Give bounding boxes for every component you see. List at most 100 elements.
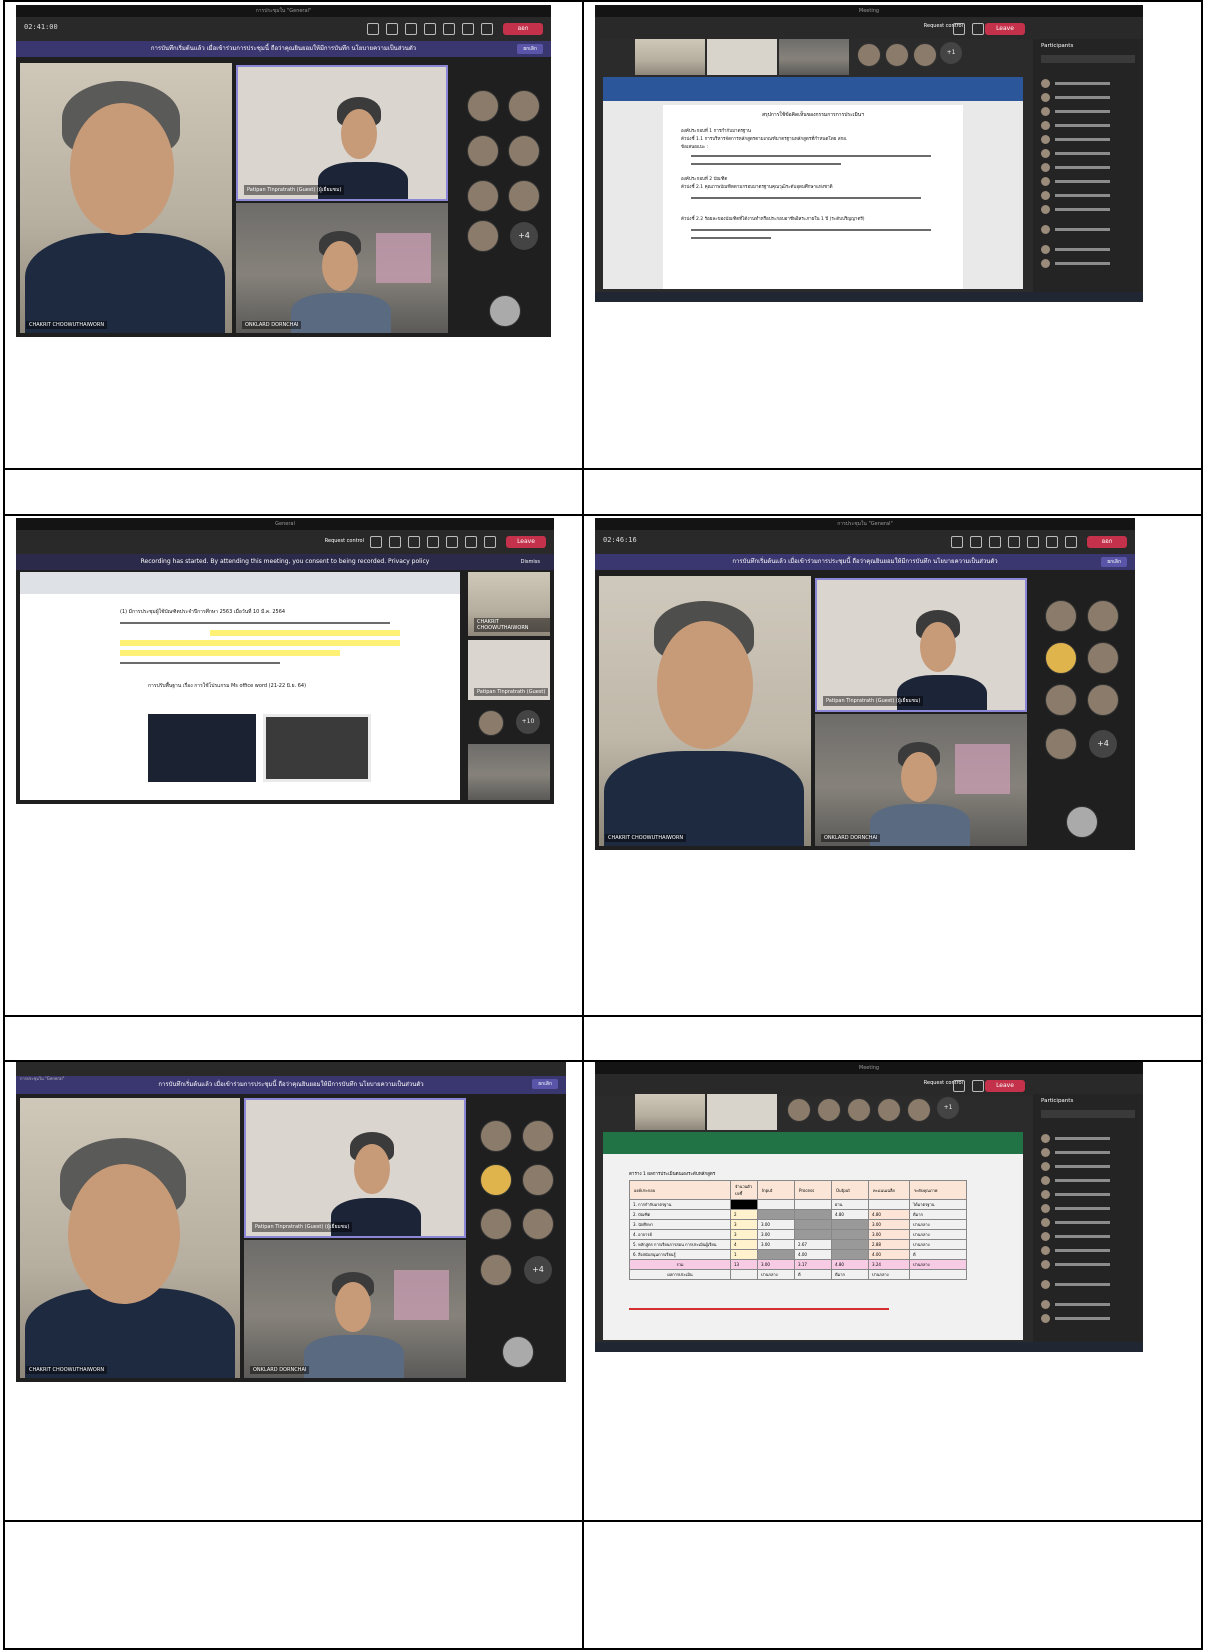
attendee-avatar[interactable] [478, 710, 504, 736]
attendee-avatar[interactable] [522, 1208, 554, 1240]
participant-row[interactable] [1041, 1246, 1135, 1255]
attendee-avatar[interactable] [1087, 642, 1119, 674]
participant-row[interactable] [1041, 1314, 1135, 1323]
more-attendees-button[interactable]: +4 [1089, 730, 1117, 758]
chat-icon[interactable] [970, 536, 982, 548]
attendee-avatar[interactable] [467, 180, 499, 212]
dismiss-button[interactable]: ยกเลิก [1101, 557, 1127, 567]
mic-icon[interactable] [462, 23, 474, 35]
participant-row[interactable] [1041, 149, 1135, 158]
attendee-avatar[interactable] [817, 1098, 841, 1122]
participant-row[interactable] [1041, 107, 1135, 116]
participant-row[interactable] [1041, 1260, 1135, 1269]
attendee-avatar[interactable] [913, 43, 937, 67]
participant-row[interactable] [1041, 1148, 1135, 1157]
people-icon[interactable] [951, 536, 963, 548]
more-attendees-button[interactable]: +4 [524, 1256, 552, 1284]
attendee-avatar[interactable] [877, 1098, 901, 1122]
participant-row[interactable] [1041, 1162, 1135, 1171]
people-icon[interactable] [953, 23, 965, 35]
chat-icon[interactable] [389, 536, 401, 548]
participant-row[interactable] [1041, 1134, 1135, 1143]
reactions-icon[interactable] [989, 536, 1001, 548]
more-attendees-button[interactable]: +1 [940, 42, 962, 64]
participant-row[interactable] [1041, 245, 1135, 254]
attendee-avatar[interactable] [480, 1120, 512, 1152]
chat-icon[interactable] [386, 23, 398, 35]
attendee-avatar[interactable] [480, 1254, 512, 1286]
dismiss-button[interactable]: ยกเลิก [517, 44, 543, 54]
attendee-avatar[interactable] [522, 1120, 554, 1152]
camera-icon[interactable] [443, 23, 455, 35]
dismiss-button[interactable]: ยกเลิก [532, 1079, 558, 1089]
chat-icon[interactable] [972, 1080, 984, 1092]
attendee-avatar[interactable] [1045, 600, 1077, 632]
more-icon[interactable] [427, 536, 439, 548]
attendee-avatar[interactable] [522, 1164, 554, 1196]
leave-button[interactable]: Leave [985, 1080, 1025, 1092]
participant-row[interactable] [1041, 1218, 1135, 1227]
participant-row[interactable] [1041, 1280, 1135, 1289]
share-icon[interactable] [1065, 536, 1077, 548]
more-attendees-button[interactable]: +1 [937, 1097, 959, 1119]
leave-button[interactable]: Leave [985, 23, 1025, 35]
participant-row[interactable] [1041, 93, 1135, 102]
participants-search-input[interactable] [1041, 55, 1135, 63]
attendee-avatar[interactable] [467, 135, 499, 167]
attendee-avatar[interactable] [480, 1208, 512, 1240]
share-icon[interactable] [481, 23, 493, 35]
participant-row[interactable] [1041, 121, 1135, 130]
leave-button[interactable]: Leave [506, 536, 546, 548]
chat-icon[interactable] [972, 23, 984, 35]
attendee-avatar[interactable] [508, 180, 540, 212]
participant-row[interactable] [1041, 191, 1135, 200]
more-icon[interactable] [424, 23, 436, 35]
attendee-avatar[interactable] [907, 1098, 931, 1122]
participant-row[interactable] [1041, 177, 1135, 186]
participant-row[interactable] [1041, 79, 1135, 88]
attendee-avatar[interactable] [857, 43, 881, 67]
more-attendees-button[interactable]: +10 [516, 710, 540, 734]
more-attendees-button[interactable]: +4 [510, 222, 538, 250]
attendee-avatar[interactable] [480, 1164, 512, 1196]
participant-row[interactable] [1041, 1176, 1135, 1185]
table-cell [757, 1249, 795, 1260]
more-icon[interactable] [1008, 536, 1020, 548]
attendee-avatar[interactable] [467, 90, 499, 122]
attendee-avatar[interactable] [787, 1098, 811, 1122]
people-icon[interactable] [367, 23, 379, 35]
attendee-avatar[interactable] [885, 43, 909, 67]
leave-button[interactable]: ออก [1087, 536, 1127, 548]
participant-row[interactable] [1041, 163, 1135, 172]
mic-icon[interactable] [465, 536, 477, 548]
participant-row[interactable] [1041, 1300, 1135, 1309]
people-icon[interactable] [370, 536, 382, 548]
attendee-avatar[interactable] [1045, 728, 1077, 760]
leave-button[interactable]: ออก [503, 23, 543, 35]
mic-icon[interactable] [1046, 536, 1058, 548]
attendee-avatar[interactable] [508, 135, 540, 167]
attendee-avatar[interactable] [1045, 642, 1077, 674]
attendee-avatar[interactable] [847, 1098, 871, 1122]
attendee-avatar[interactable] [508, 90, 540, 122]
participant-row[interactable] [1041, 1232, 1135, 1241]
people-icon[interactable] [953, 1080, 965, 1092]
participant-row[interactable] [1041, 135, 1135, 144]
participant-row[interactable] [1041, 259, 1135, 268]
camera-icon[interactable] [446, 536, 458, 548]
attendee-avatar[interactable] [1087, 600, 1119, 632]
participant-row[interactable] [1041, 1204, 1135, 1213]
attendee-avatar[interactable] [1045, 684, 1077, 716]
participants-search-input[interactable] [1041, 1110, 1135, 1118]
camera-icon[interactable] [1027, 536, 1039, 548]
participant-row[interactable] [1041, 205, 1135, 214]
participant-row[interactable] [1041, 225, 1135, 234]
attendee-avatar[interactable] [467, 220, 499, 252]
reactions-icon[interactable] [405, 23, 417, 35]
participant-row[interactable] [1041, 1190, 1135, 1199]
request-control-button[interactable]: Request control [325, 538, 364, 544]
dismiss-button[interactable]: Dismiss [515, 557, 546, 567]
attendee-avatar[interactable] [1087, 684, 1119, 716]
share-icon[interactable] [484, 536, 496, 548]
reactions-icon[interactable] [408, 536, 420, 548]
